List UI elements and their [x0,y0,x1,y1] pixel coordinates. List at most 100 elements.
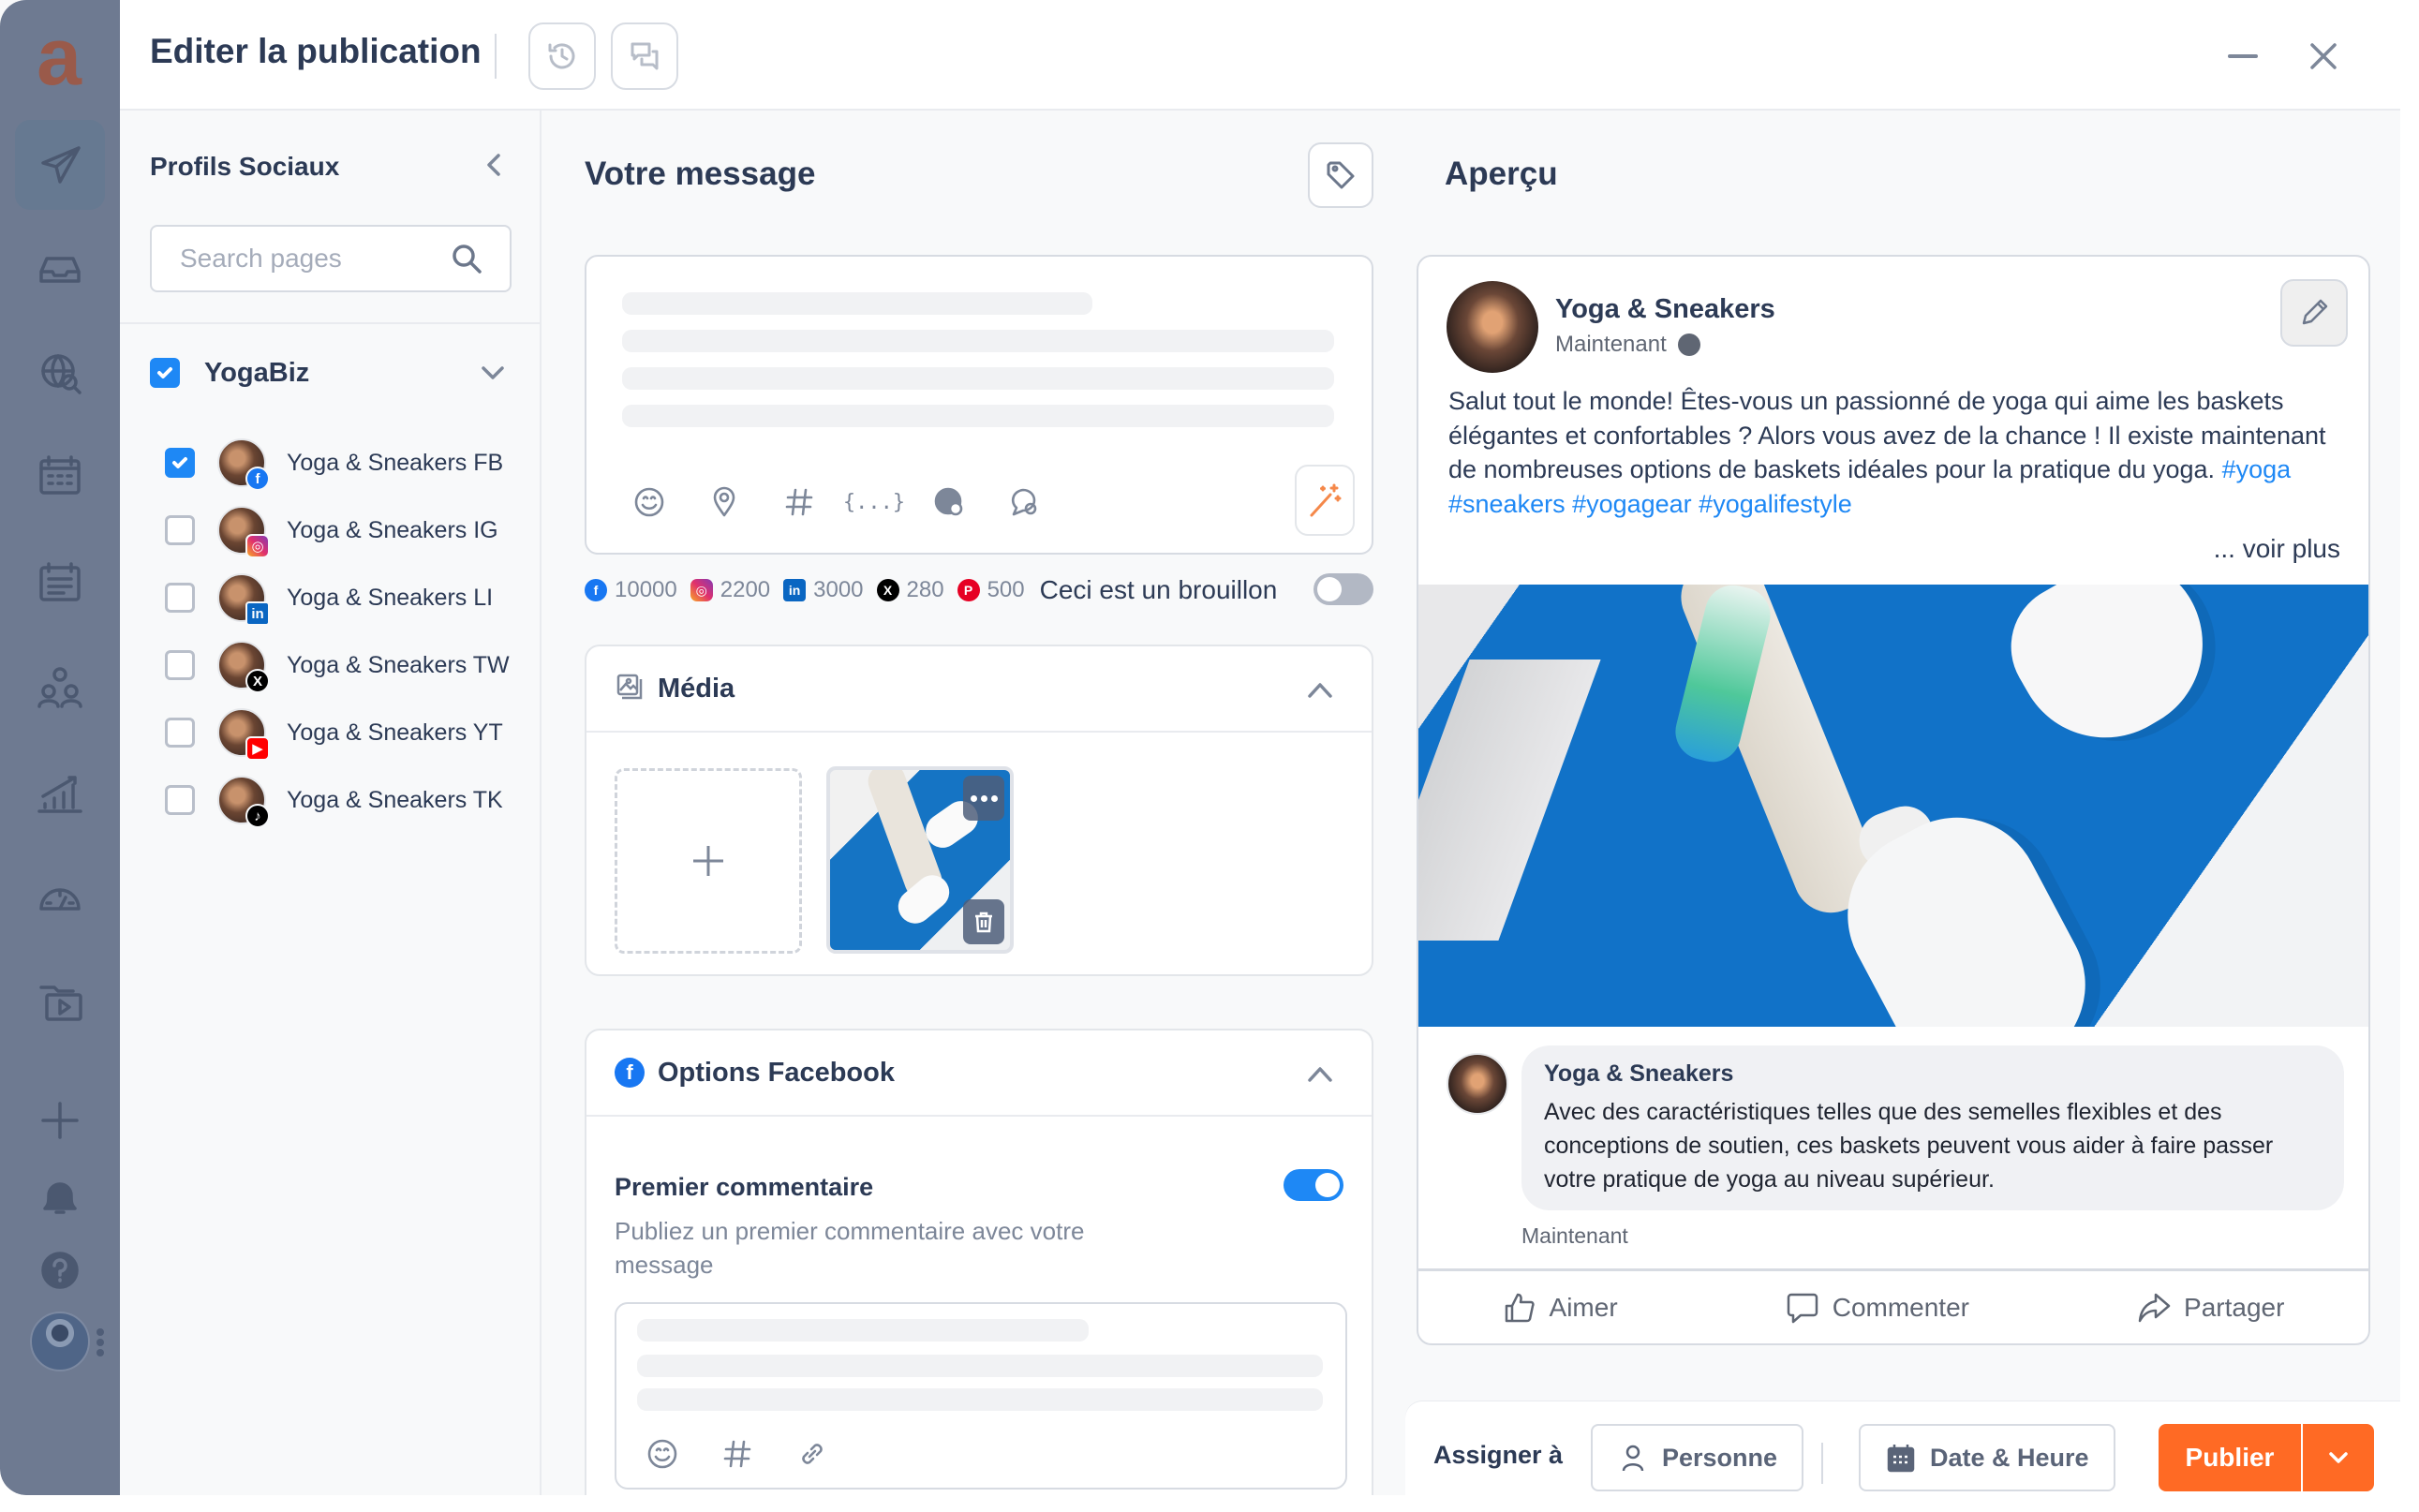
profile-item-yt[interactable]: ▶ Yoga & Sneakers YT [165,699,521,766]
location-button[interactable] [691,476,757,528]
variables-button[interactable]: {...} [841,476,907,528]
comment-icon [1011,488,1037,516]
close-icon [2310,43,2337,69]
comment-text: Avec des caractéristiques telles que des… [1544,1099,2274,1193]
character-limits: f 10000 ◎ 2200 in 3000 X 280 P 500 Ceci est u… [585,570,1373,611]
sidebar-item-calendar[interactable] [15,431,105,521]
profile-checkbox[interactable] [165,448,195,478]
edit-preview-button[interactable] [2280,279,2348,347]
editor-toolbar: {...} [616,476,1057,528]
sidebar-item-help[interactable] [15,1225,105,1315]
sidebar-item-media-library[interactable] [15,957,105,1047]
profile-checkbox[interactable] [165,650,195,680]
preview-title: Aperçu [1445,156,1558,192]
sidebar-item-analytics[interactable] [15,748,105,838]
assign-label: Assigner à [1433,1441,1564,1469]
language-button[interactable] [916,476,982,528]
facebook-icon: f [585,579,607,601]
user-avatar[interactable] [30,1312,90,1371]
profile-checkbox[interactable] [165,785,195,815]
char-limit-value: 280 [906,577,944,602]
first-comment-editor[interactable] [615,1302,1347,1490]
chevron-left-icon [487,154,500,176]
profile-checkbox[interactable] [165,583,195,613]
hashtag-button[interactable] [766,476,832,528]
group-checkbox[interactable] [150,358,180,388]
comments-icon [631,42,659,70]
profile-item-ig[interactable]: ◎ Yoga & Sneakers IG [165,497,521,564]
facebook-options-header[interactable]: f Options Facebook [586,1030,1372,1117]
minimize-button[interactable] [2224,37,2262,75]
profile-item-fb[interactable]: f Yoga & Sneakers FB [165,429,521,497]
comment-avatar [1447,1053,1508,1115]
like-label: Aimer [1549,1292,1618,1322]
app-logo[interactable]: a [28,17,90,97]
history-button[interactable] [528,22,596,90]
media-thumbnail[interactable] [826,766,1014,954]
char-limit-pinterest: P 500 [957,577,1025,603]
like-action[interactable]: Aimer [1503,1291,1618,1325]
link-icon [802,1444,823,1464]
sidebar-item-social-listening[interactable] [15,328,105,418]
profile-name: Yoga & Sneakers LI [287,584,494,611]
profile-item-tw[interactable]: X Yoga & Sneakers TW [165,631,521,699]
share-label: Partager [2184,1292,2285,1322]
share-action[interactable]: Partager [2137,1291,2284,1325]
assign-person-button[interactable]: Personne [1591,1424,1804,1491]
chevron-up-icon[interactable] [1304,674,1336,706]
globe-search-icon [41,354,82,394]
link-button[interactable] [779,1428,845,1480]
modal-header: Editer la publication [120,0,2400,111]
chevron-up-icon[interactable] [1304,1059,1336,1090]
message-editor[interactable]: {...} [585,255,1373,555]
first-comment-description: Publiez un premier commentaire avec votr… [615,1217,1085,1279]
search-pages-input[interactable] [180,227,442,290]
sidebar-item-inbox[interactable] [15,223,105,313]
search-icon[interactable] [450,242,483,275]
profile-item-tk[interactable]: ♪ Yoga & Sneakers TK [165,766,521,834]
ai-assistant-button[interactable] [1295,465,1355,536]
bell-icon [43,1182,77,1214]
person-label: Personne [1662,1443,1778,1472]
profile-group-yogabiz[interactable]: YogaBiz [150,354,512,392]
sidebar-item-team[interactable] [15,643,105,733]
profile-checkbox[interactable] [165,718,195,748]
media-options-button[interactable] [963,776,1004,821]
image-detail [1418,660,1601,941]
hashtag-button[interactable] [705,1428,770,1480]
collapse-panel-button[interactable] [478,148,512,182]
tag-icon [1327,161,1355,189]
close-button[interactable] [2305,37,2342,75]
emoji-button[interactable] [616,476,682,528]
emoji-button[interactable] [630,1428,695,1480]
x-twitter-icon: X [876,579,899,601]
media-delete-button[interactable] [963,899,1004,944]
media-section: Média [585,645,1373,976]
publish-button[interactable]: Publier [2159,1424,2303,1491]
loading-placeholder [637,1355,1323,1377]
profile-checkbox[interactable] [165,515,195,545]
see-more-link[interactable]: ... voir plus [2214,534,2340,564]
date-time-button[interactable]: Date & Heure [1859,1424,2115,1491]
sidebar-item-planner[interactable] [15,538,105,628]
tag-button[interactable] [1308,142,1373,208]
user-menu-more-icon[interactable] [96,1328,104,1356]
users-icon [37,667,82,708]
message-column: Votre message {...} f 10000 ◎ 2200 in 30… [542,111,1396,1495]
media-section-header[interactable]: Média [586,646,1372,733]
add-media-button[interactable] [615,768,802,954]
comments-button[interactable] [611,22,678,90]
publish-options-button[interactable] [2303,1424,2374,1491]
loading-placeholder [622,367,1334,390]
comment-button[interactable] [991,476,1057,528]
first-comment-toggle[interactable] [1284,1169,1343,1201]
comment-bubble: Yoga & Sneakers Avec des caractéristique… [1521,1045,2344,1210]
sidebar-item-reports[interactable] [15,852,105,942]
social-profiles-panel: Profils Sociaux YogaBiz f Yoga & Sneake [120,111,542,1495]
facebook-post-preview: Yoga & Sneakers Maintenant Salut tout le… [1417,255,2370,1345]
sidebar-item-publish[interactable] [15,120,105,210]
chevron-down-icon[interactable] [478,358,508,388]
comment-action[interactable]: Commenter [1786,1291,1969,1325]
profile-item-li[interactable]: in Yoga & Sneakers LI [165,564,521,631]
draft-toggle[interactable] [1313,573,1373,605]
